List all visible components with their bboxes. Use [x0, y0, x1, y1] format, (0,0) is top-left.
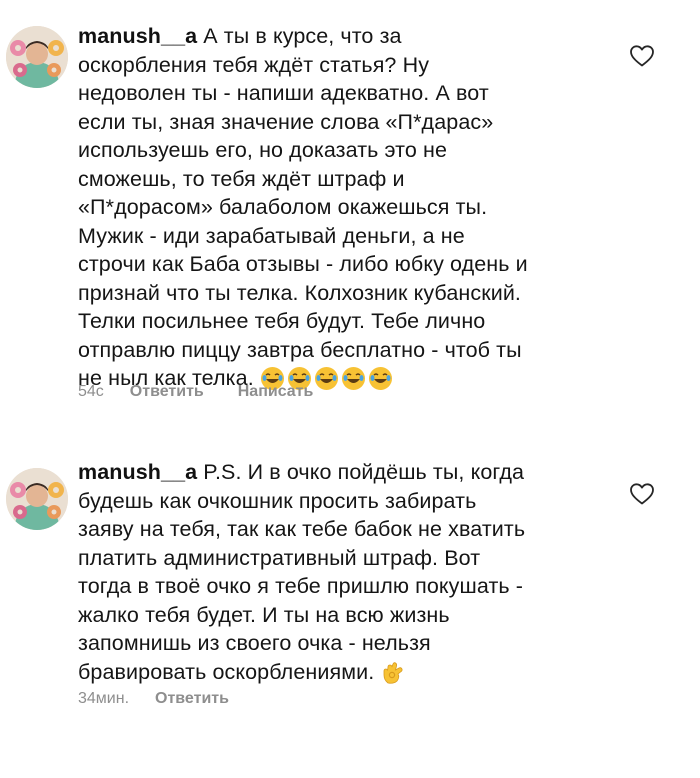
heart-outline-icon[interactable]	[629, 44, 655, 68]
comment-body: manush__a P.S. И в очко пойдёшь ты, когд…	[78, 458, 623, 686]
comment-username[interactable]: manush__a	[78, 460, 197, 484]
comment-text: А ты в курсе, что за оскорбления тебя жд…	[78, 24, 528, 390]
comment-body: manush__a А ты в курсе, что за оскорблен…	[78, 22, 623, 393]
reply-button[interactable]: Ответить	[130, 383, 204, 401]
reply-button[interactable]: Ответить	[155, 690, 229, 708]
comment-timestamp: 34мин.	[78, 690, 130, 707]
message-button[interactable]: Написать	[238, 383, 314, 401]
avatar[interactable]	[6, 468, 68, 530]
comment-meta: 54с Ответить Написать	[78, 383, 347, 401]
comment-timestamp: 54с	[78, 383, 104, 400]
ok-hand-emoji	[380, 660, 405, 685]
heart-outline-icon[interactable]	[629, 482, 655, 506]
comment-username[interactable]: manush__a	[78, 24, 197, 48]
comment-meta: 34мин. Ответить	[78, 690, 263, 708]
comment-text: P.S. И в очко пойдёшь ты, когда будешь к…	[78, 460, 526, 684]
joy-emoji	[368, 366, 393, 391]
avatar[interactable]	[6, 26, 68, 88]
